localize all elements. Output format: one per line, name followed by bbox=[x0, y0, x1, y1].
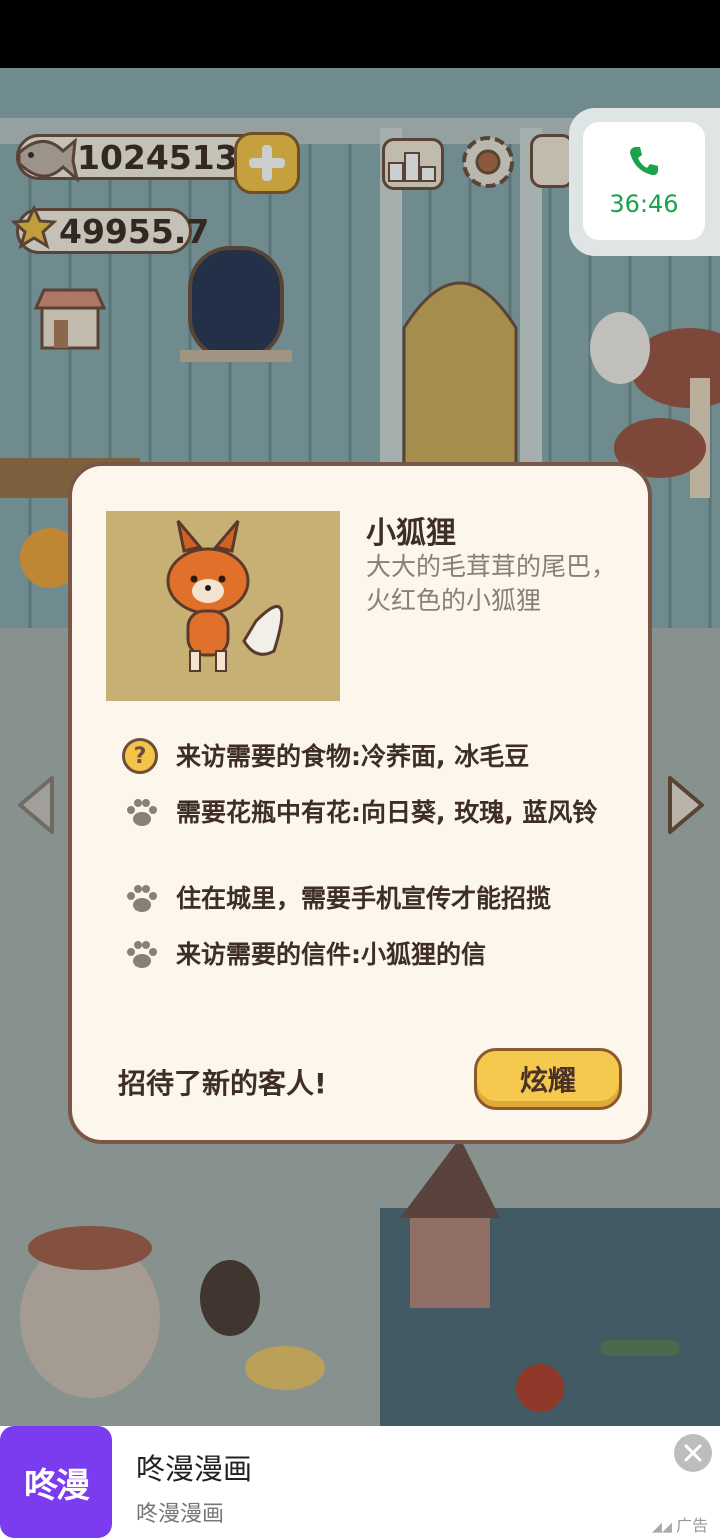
call-widget[interactable]: 36:46 bbox=[569, 108, 720, 256]
paw-icon bbox=[126, 798, 158, 832]
fish-icon bbox=[17, 137, 79, 183]
show-off-button[interactable]: 炫耀 bbox=[474, 1048, 622, 1110]
star-currency: 49955.7 bbox=[11, 205, 209, 254]
call-panel: 36:46 bbox=[583, 122, 705, 240]
question-mark-badge: ? bbox=[122, 738, 158, 774]
ad-title[interactable]: 咚漫漫画 bbox=[136, 1446, 252, 1488]
previous-arrow-icon[interactable] bbox=[14, 774, 58, 836]
add-fish-button[interactable] bbox=[234, 132, 300, 194]
ad-label-text: 广告 bbox=[676, 1516, 709, 1535]
show-off-button-label: 炫耀 bbox=[519, 1064, 576, 1097]
question-icon: ? bbox=[122, 738, 158, 774]
phone-icon bbox=[630, 147, 658, 176]
paw-icon bbox=[126, 884, 158, 918]
ad-banner[interactable]: 咚漫 咚漫漫画 咚漫漫画 bbox=[0, 1426, 720, 1540]
ad-app-logo[interactable]: 咚漫 bbox=[0, 1426, 112, 1538]
ad-close-icon[interactable] bbox=[674, 1434, 712, 1472]
requirement-city: 住在城里，需要手机宣传才能招揽 bbox=[176, 884, 552, 913]
requirement-food: 来访需要的食物:冷荞面, 冰毛豆 bbox=[176, 742, 530, 771]
welcome-message: 招待了新的客人! bbox=[118, 1067, 327, 1100]
character-description: 大大的毛茸茸的尾巴，火红色的小狐狸 bbox=[366, 552, 617, 615]
ranking-icon[interactable] bbox=[382, 138, 444, 190]
paw-icon bbox=[126, 940, 158, 974]
ad-logo-text: 咚漫 bbox=[24, 1465, 90, 1506]
shop-icon[interactable] bbox=[32, 284, 108, 352]
star-count: 49955.7 bbox=[59, 211, 210, 251]
requirement-flowers: 需要花瓶中有花:向日葵, 玫瑰, 蓝风铃 bbox=[176, 798, 598, 827]
star-icon bbox=[11, 205, 57, 250]
character-name: 小狐狸 bbox=[366, 516, 456, 551]
settings-gear-icon[interactable] bbox=[458, 132, 518, 192]
status-bar bbox=[0, 0, 720, 68]
call-timer: 36:46 bbox=[609, 190, 679, 218]
next-arrow-icon[interactable] bbox=[664, 774, 708, 836]
paw-menu-icon[interactable] bbox=[530, 134, 574, 188]
ad-label: ◢◢ 广告 bbox=[652, 1516, 709, 1535]
ad-subtitle: 咚漫漫画 bbox=[136, 1502, 225, 1527]
character-portrait bbox=[106, 511, 340, 701]
fox-image bbox=[166, 520, 284, 672]
requirement-letter: 来访需要的信件:小狐狸的信 bbox=[176, 940, 486, 969]
